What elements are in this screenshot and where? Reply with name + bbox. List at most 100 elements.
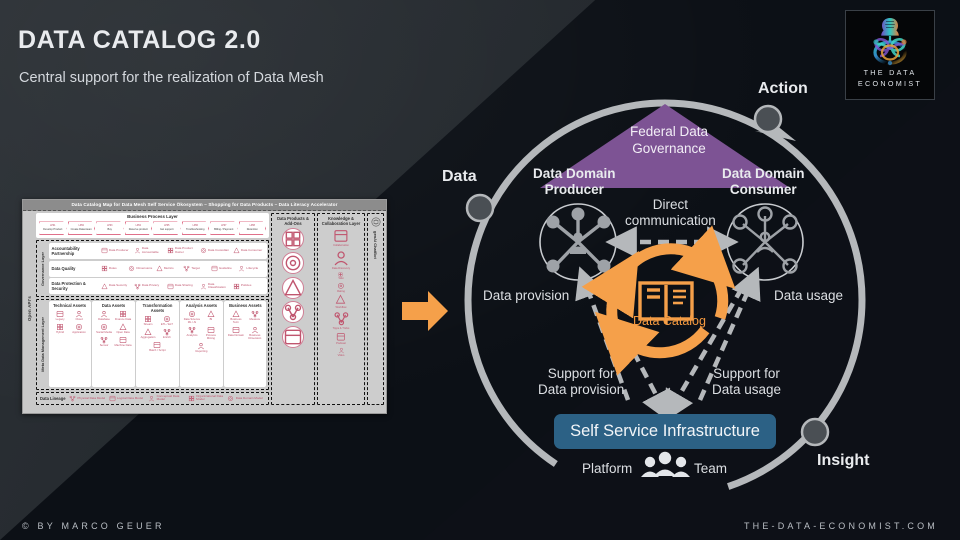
governance-item[interactable]: Data Custodian <box>200 247 231 254</box>
process-step[interactable]: LP01 Develop Product <box>39 221 67 236</box>
data-product-circle[interactable] <box>282 301 304 324</box>
asset-item[interactable]: Social Media <box>95 323 113 335</box>
asset-item[interactable]: Database <box>95 310 113 322</box>
asset-item[interactable]: Analytics <box>183 326 201 341</box>
data-product-circle[interactable] <box>282 325 304 348</box>
asset-item[interactable]: Finance Data <box>114 310 132 322</box>
data-product-circle[interactable] <box>282 252 304 275</box>
governance-item[interactable]: Rules <box>101 265 127 272</box>
governance-row[interactable]: Accountability Partnership Data Producer D… <box>48 242 267 259</box>
data-product-circle[interactable] <box>282 227 304 250</box>
governance-item[interactable]: Policies <box>233 283 264 290</box>
asset-card[interactable]: Transformation Assets Stream ETL / ELT Aggr… <box>136 301 179 388</box>
asset-item-label: Reporting <box>195 350 208 354</box>
process-step[interactable]: LP07 Billing / Payment <box>210 221 238 236</box>
map-open-apis-label: Open API's <box>27 296 32 322</box>
knowledge-item[interactable]: Podcast <box>336 332 346 345</box>
cycle-node-action-dot[interactable] <box>753 104 783 134</box>
map-glyph-icon <box>100 336 108 343</box>
map-glyph-icon <box>334 230 348 242</box>
direct-communication-label: Direct communication <box>625 197 716 229</box>
governance-item[interactable]: Data Classification <box>200 282 231 290</box>
asset-card[interactable]: Technical Assets Legacy Cloud Hybrid Applica… <box>48 301 91 388</box>
asset-item[interactable]: Process Mining <box>202 326 220 341</box>
governance-item[interactable]: Dimensions <box>128 265 154 272</box>
governance-item[interactable]: Data Accountable <box>134 247 165 254</box>
knowledge-item[interactable]: Workflow <box>335 294 347 309</box>
cycle-node-action-label: Action <box>758 80 808 97</box>
asset-item[interactable]: Application <box>70 323 88 335</box>
asset-item[interactable]: Machine Data <box>114 336 132 348</box>
asset-item[interactable]: BI <box>202 310 220 325</box>
governance-item[interactable]: Target <box>183 265 209 272</box>
governance-item-label: Target <box>191 265 200 270</box>
governance-item[interactable]: Metrics <box>155 265 182 272</box>
process-step[interactable]: LP05 Get support <box>153 221 181 236</box>
lineage-item[interactable]: Physical Data Model <box>69 395 107 402</box>
data-product-circle[interactable] <box>282 276 304 299</box>
process-step[interactable]: LP04 Reserve product <box>124 221 152 236</box>
asset-item[interactable]: Aggregation <box>139 328 157 340</box>
governance-row[interactable]: Data Protection & Security Data Security D… <box>48 278 267 295</box>
knowledge-item[interactable]: Rating <box>337 282 345 293</box>
governance-item[interactable]: Data Consumer <box>232 247 264 254</box>
asset-item[interactable]: Cloud <box>70 310 88 322</box>
asset-item[interactable]: Reporting <box>193 342 211 354</box>
asset-item[interactable]: Sensor <box>95 336 113 348</box>
knowledge-collaboration-title: Knowledge & Collaboration Layer <box>321 215 361 226</box>
process-step[interactable]: LP02 Create Datenteam <box>67 221 95 236</box>
asset-item[interactable]: Measure <box>246 310 264 325</box>
governance-item[interactable]: Guideline <box>211 265 237 272</box>
map-glyph-icon <box>144 328 152 335</box>
genai-chatbot-strip[interactable]: genAI ChatBot <box>367 212 384 405</box>
map-glyph-icon <box>200 248 206 254</box>
governance-row[interactable]: Data Quality Rules Dimensions Metrics Target… <box>48 260 267 277</box>
lineage-item[interactable]: Logical Data Model <box>109 395 147 402</box>
lineage-item[interactable]: Organizational Data Model <box>188 394 226 402</box>
asset-item[interactable]: Business Term <box>227 310 245 325</box>
map-glyph-icon <box>232 326 240 333</box>
governance-item[interactable]: Data Product Owner <box>167 247 198 254</box>
map-glyph-icon <box>154 341 161 348</box>
data-catalog-map-panel[interactable]: Data Catalog Map for Data Mesh Self Serv… <box>22 199 387 414</box>
asset-item[interactable]: Stream <box>139 315 157 327</box>
data-usage-label: Data usage <box>774 288 844 303</box>
asset-item[interactable]: Legacy <box>51 310 69 322</box>
asset-item-label: BI <box>209 318 213 322</box>
knowledge-item[interactable]: Data Discovery <box>332 249 350 270</box>
asset-item[interactable]: Enrich <box>158 328 176 340</box>
asset-item[interactable]: ETL / ELT <box>158 315 176 327</box>
governance-item[interactable]: Lifecycle <box>238 265 264 272</box>
asset-item[interactable]: Hybrid <box>51 323 69 335</box>
map-glyph-icon <box>189 310 195 317</box>
lineage-item[interactable]: Data Domain Model <box>227 395 265 402</box>
cycle-node-data-dot[interactable] <box>465 193 495 223</box>
lineage-item[interactable]: Conceptual Data Model <box>148 394 186 402</box>
asset-card[interactable]: Analysis Assets Data Science ML / AI BI Ana… <box>180 301 223 388</box>
asset-item[interactable]: Business Dimension <box>246 326 264 341</box>
process-step[interactable]: LP08 Retention <box>238 221 266 236</box>
governance-item[interactable]: Data Privacy <box>134 283 165 290</box>
process-step[interactable]: LP06 Troubleshooting <box>181 221 209 236</box>
knowledge-item-label: Wiki <box>338 277 344 281</box>
data-domain-producer-node[interactable] <box>539 203 617 281</box>
governance-item[interactable]: Data Security <box>100 283 132 290</box>
governance-item[interactable]: Data Producer <box>101 247 132 254</box>
asset-item[interactable]: Data Domain <box>227 326 245 341</box>
cycle-node-insight-dot[interactable] <box>800 417 830 447</box>
asset-item[interactable]: Batch / Script <box>149 341 167 353</box>
knowledge-item[interactable]: Collaboration <box>333 228 349 247</box>
self-service-infrastructure-box[interactable]: Self Service Infrastructure <box>554 414 776 449</box>
asset-item[interactable]: Data Science ML / AI <box>183 310 201 325</box>
asset-card[interactable]: Business Assets Business Term Measure Data … <box>224 301 267 388</box>
knowledge-item[interactable]: Video <box>338 347 344 357</box>
data-domain-consumer-node[interactable] <box>726 203 804 281</box>
knowledge-item[interactable]: Tipps & Tricks <box>333 310 349 330</box>
governance-item[interactable]: Data Sharing <box>167 283 198 290</box>
self-service-infrastructure-label: Self Service Infrastructure <box>570 422 760 440</box>
process-step[interactable]: LP03 Buy <box>96 221 124 236</box>
map-glyph-icon <box>101 248 107 254</box>
asset-item[interactable]: Open Data <box>114 323 132 335</box>
knowledge-item[interactable]: Wiki <box>338 272 344 281</box>
asset-card[interactable]: Data Assets Database Finance Data Social Me… <box>92 301 135 388</box>
